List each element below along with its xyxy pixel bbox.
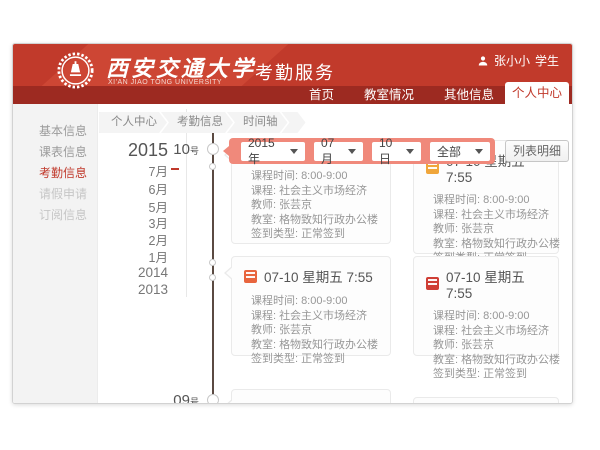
attendance-card[interactable]: 07-09 星期四 7:55 (231, 389, 391, 404)
timeline-month-jan[interactable]: 1月 (108, 247, 168, 266)
chevron-down-icon (290, 149, 298, 154)
nav-item-home[interactable]: 首页 (309, 86, 334, 104)
status-icon (426, 277, 439, 290)
app-title: 考勤服务 (255, 59, 335, 85)
breadcrumb-personal-center[interactable]: 个人中心 (99, 112, 167, 133)
day-dropdown[interactable]: 10日 (372, 142, 421, 161)
timeline-month-jul[interactable]: 7月 (108, 161, 168, 180)
nav-tab-personal-center[interactable]: 个人中心 (505, 82, 569, 104)
timeline-node (207, 394, 219, 404)
sidebar-item-basic-info[interactable]: 基本信息 (13, 121, 97, 142)
status-icon (244, 403, 257, 405)
sidebar-item-schedule[interactable]: 课表信息 (13, 142, 97, 163)
filter-bar: 2015年 07月 10日 全部 (229, 138, 495, 164)
sidebar: 基本信息 课表信息 考勤信息 请假申请 订阅信息 (13, 104, 98, 403)
content-area: 基本信息 课表信息 考勤信息 请假申请 订阅信息 个人中心 考勤信息 时间轴 2… (13, 104, 572, 403)
user-name: 张小小 (494, 52, 530, 69)
breadcrumb: 个人中心 考勤信息 时间轴 (99, 112, 306, 133)
chevron-down-icon (475, 149, 483, 154)
university-logo-icon (57, 52, 94, 89)
timeline-node (207, 143, 219, 155)
attendance-card[interactable]: 07-10 星期五 7:55 课程时间:8:00-9:00 课程:社会主义市场经… (231, 256, 391, 356)
year-dropdown[interactable]: 2015年 (241, 142, 305, 161)
day-marker-10: 10号 (141, 141, 199, 159)
university-name-en: XI'AN JIAO TONG UNIVERSITY (108, 79, 222, 86)
list-detail-button[interactable]: 列表明细 (505, 140, 569, 162)
user-info[interactable]: 张小小 学生 (477, 52, 559, 69)
day-marker-09: 09号 (141, 392, 199, 404)
attendance-card[interactable]: 07-10 星期五 7:55 课程时间:8:00-9:00 课程:社会主义市场经… (413, 256, 559, 356)
timeline-year-2014[interactable]: 2014 (108, 265, 168, 280)
status-icon (244, 270, 257, 283)
nav-item-other-info[interactable]: 其他信息 (444, 86, 494, 104)
timeline-node (209, 163, 216, 170)
chevron-down-icon (406, 149, 414, 154)
timeline-node (209, 274, 216, 281)
timeline-month-jun[interactable]: 6月 (108, 179, 168, 198)
person-icon (477, 55, 489, 67)
months-column-divider (186, 109, 187, 297)
attendance-card[interactable] (413, 397, 559, 404)
breadcrumb-timeline[interactable]: 时间轴 (227, 112, 288, 133)
user-role: 学生 (535, 52, 559, 69)
card-title: 07-10 星期五 7:55 (264, 266, 373, 286)
timeline-year-2013[interactable]: 2013 (108, 282, 168, 297)
app-header: 西安交通大学 XI'AN JIAO TONG UNIVERSITY 考勤服务 张… (13, 44, 572, 104)
month-dropdown[interactable]: 07月 (314, 142, 363, 161)
main-nav: 首页 教室情况 其他信息 个人中心 (13, 86, 572, 104)
card-title: 07-09 星期四 7:55 (264, 399, 373, 404)
timeline-node (209, 259, 216, 266)
card-title: 07-10 星期五 7:55 (446, 266, 546, 301)
sidebar-item-subscription[interactable]: 订阅信息 (13, 205, 97, 226)
breadcrumb-attendance[interactable]: 考勤信息 (161, 112, 233, 133)
sidebar-item-leave-request[interactable]: 请假申请 (13, 184, 97, 205)
app-window: 西安交通大学 XI'AN JIAO TONG UNIVERSITY 考勤服务 张… (12, 43, 573, 404)
chevron-down-icon (348, 149, 356, 154)
type-dropdown[interactable]: 全部 (430, 142, 490, 161)
sidebar-item-attendance[interactable]: 考勤信息 (13, 163, 97, 184)
nav-item-classrooms[interactable]: 教室情况 (364, 86, 414, 104)
